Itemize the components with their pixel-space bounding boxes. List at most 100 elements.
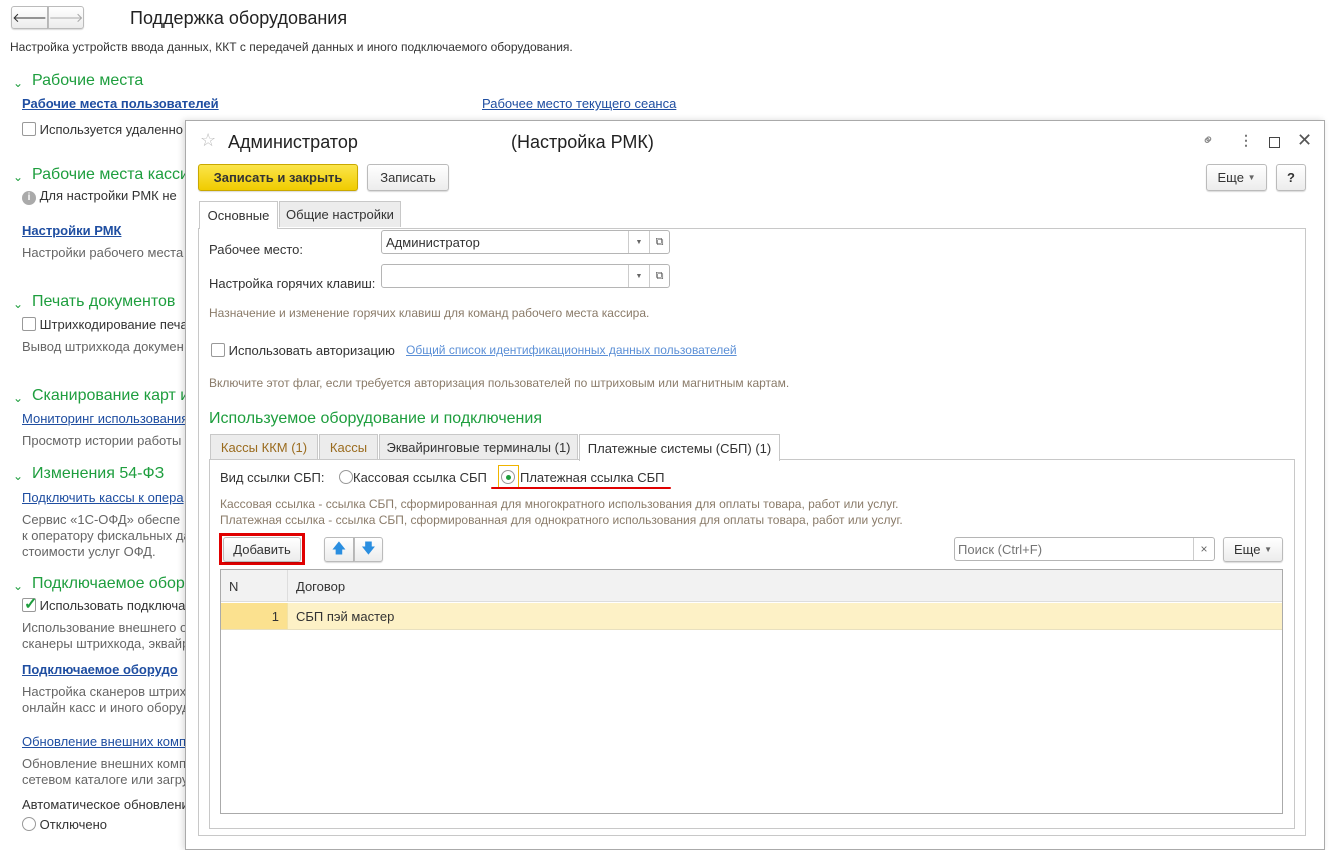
tab-sbp[interactable]: Платежные системы (СБП) (1) <box>579 434 780 461</box>
tab-main[interactable]: Основные <box>199 201 278 229</box>
page-subtitle: Настройка устройств ввода данных, ККТ с … <box>10 40 573 54</box>
table-row[interactable]: 1 СБП пэй мастер <box>221 603 1282 630</box>
red-underline-annotation <box>491 487 671 489</box>
caret-down-icon: ▼ <box>1264 545 1272 554</box>
checkbox-label: Используется удаленно <box>39 122 184 137</box>
ofd-desc: стоимости услуг ОФД. <box>22 544 156 559</box>
maximize-icon[interactable] <box>1269 137 1280 148</box>
checkbox[interactable] <box>211 343 225 357</box>
checkbox[interactable] <box>22 317 36 331</box>
workplace-value: Администратор <box>386 234 480 250</box>
chevron-down-icon[interactable]: ⌄ <box>13 391 23 405</box>
section-print[interactable]: Печать документов <box>32 293 175 311</box>
tab-acquiring[interactable]: Эквайринговые терминалы (1) <box>379 434 578 460</box>
open-icon[interactable]: ⧉ <box>649 265 669 287</box>
open-icon[interactable]: ⧉ <box>649 231 669 253</box>
cell-n: 1 <box>221 603 288 629</box>
ofd-desc: к оператору фискальных да <box>22 528 191 543</box>
link-icon[interactable]: ⚭ <box>1197 129 1219 151</box>
caret-down-icon: ▼ <box>1247 173 1256 182</box>
auto-update-label: Автоматическое обновлени <box>22 797 189 812</box>
help-button[interactable]: ? <box>1276 164 1306 191</box>
chevron-down-icon[interactable]: ⌄ <box>13 297 23 311</box>
close-icon[interactable]: ✕ <box>1297 130 1312 151</box>
update-desc: сетевом каталоге или загру <box>22 772 189 787</box>
column-header-n[interactable]: N <box>221 570 288 601</box>
rmk-desc: Настройки рабочего места <box>22 245 184 260</box>
equip-desc: Использование внешнего о <box>22 620 188 635</box>
section-54fz[interactable]: Изменения 54-ФЗ <box>32 465 164 483</box>
link-monitoring[interactable]: Мониторинг использования <box>22 411 188 426</box>
dialog-title: Администратор <box>228 132 358 152</box>
chevron-down-icon[interactable]: ⌄ <box>13 170 23 184</box>
nav-back-button[interactable]: 🡐 <box>11 6 48 29</box>
chevron-down-icon[interactable]: ⌄ <box>13 469 23 483</box>
info-text: Для настройки РМК не <box>39 188 177 203</box>
rmk-settings-dialog: ☆ Администратор (Настройка РМК) ⚭ ⋮ ✕ За… <box>185 120 1325 850</box>
dropdown-icon[interactable]: ▼ <box>628 265 649 287</box>
add-button[interactable]: Добавить <box>223 537 301 562</box>
radio-disabled-row[interactable]: Отключено <box>22 817 107 834</box>
hotkeys-label: Настройка горячих клавиш: <box>209 276 376 291</box>
tab-kkm[interactable]: Кассы ККМ (1) <box>210 434 318 460</box>
auth-checkbox-row[interactable]: Использовать авторизацию <box>211 343 395 360</box>
section-workplaces[interactable]: Рабочие места <box>32 72 143 90</box>
link-rmk-settings[interactable]: Настройки РМК <box>22 223 121 238</box>
remote-checkbox-row[interactable]: Используется удаленно <box>22 122 183 139</box>
sbp-hint-1: Кассовая ссылка - ссылка СБП, сформирова… <box>220 497 899 511</box>
use-equipment-checkbox-row[interactable]: ✓ Использовать подключа <box>22 596 185 615</box>
auth-list-link[interactable]: Общий список идентификационных данных по… <box>406 343 737 357</box>
column-header-contract[interactable]: Договор <box>288 570 1282 601</box>
tab-cash[interactable]: Кассы <box>319 434 378 460</box>
radio-cash-link[interactable] <box>339 470 353 484</box>
ofd-desc: Сервис «1С-ОФД» обеспе <box>22 512 181 527</box>
link-connected-equipment[interactable]: Подключаемое оборудо <box>22 662 178 677</box>
page-title: Поддержка оборудования <box>130 8 348 28</box>
equip-desc: сканеры штрихкода, эквайр <box>22 636 190 651</box>
tab-general-settings[interactable]: Общие настройки <box>279 201 401 227</box>
link-user-workplaces[interactable]: Рабочие места пользователей <box>22 96 219 111</box>
chevron-down-icon[interactable]: ⌄ <box>13 76 23 90</box>
radio-payment-link-label[interactable]: Платежная ссылка СБП <box>520 470 665 485</box>
save-and-close-button[interactable]: Записать и закрыть <box>198 164 358 191</box>
workplace-label: Рабочее место: <box>209 242 304 257</box>
section-connected-equipment[interactable]: Подключаемое обор <box>32 575 185 593</box>
radio-payment-link[interactable] <box>501 470 515 484</box>
hotkeys-field[interactable]: ▼ ⧉ <box>381 264 670 288</box>
equipment-section-title: Используемое оборудование и подключения <box>209 410 542 427</box>
save-button[interactable]: Записать <box>367 164 449 191</box>
cell-contract: СБП пэй мастер <box>296 609 395 624</box>
link-update-components[interactable]: Обновление внешних комп <box>22 734 186 749</box>
scan-desc: Просмотр истории работы с <box>22 433 192 448</box>
update-desc: Обновление внешних комп <box>22 756 187 771</box>
main-tab-panel: Рабочее место: Администратор ▼ ⧉ Настрой… <box>198 228 1306 836</box>
auth-label: Использовать авторизацию <box>228 343 395 358</box>
checkbox-checked[interactable]: ✓ <box>22 596 37 613</box>
more-label: Еще <box>1217 170 1244 185</box>
chevron-down-icon[interactable]: ⌄ <box>13 579 23 593</box>
sbp-hint-2: Платежная ссылка - ссылка СБП, сформиров… <box>220 513 903 527</box>
checkbox[interactable] <box>22 122 36 136</box>
section-card-scan[interactable]: Сканирование карт и <box>32 387 189 405</box>
link-current-session-workplace[interactable]: Рабочее место текущего сеанса <box>482 96 676 111</box>
link-connect-ofd[interactable]: Подключить кассы к опера <box>22 490 184 505</box>
nav-forward-button[interactable]: 🡒 <box>48 6 84 29</box>
dropdown-icon[interactable]: ▼ <box>628 231 649 253</box>
clear-search-button[interactable]: × <box>1193 538 1214 560</box>
sbp-tab-panel: Вид ссылки СБП: Кассовая ссылка СБП Плат… <box>209 459 1295 829</box>
auth-hint: Включите этот флаг, если требуется автор… <box>209 376 790 390</box>
workplace-field[interactable]: Администратор ▼ ⧉ <box>381 230 670 254</box>
radio-cash-link-label[interactable]: Кассовая ссылка СБП <box>353 470 487 485</box>
more-button[interactable]: Еще ▼ <box>1206 164 1267 191</box>
radio[interactable] <box>22 817 36 831</box>
star-icon[interactable]: ☆ <box>200 130 216 151</box>
section-cashier-workplaces[interactable]: Рабочие места касси <box>32 166 189 184</box>
search-input[interactable] <box>955 541 1193 557</box>
search-field[interactable]: × <box>954 537 1215 561</box>
move-down-button[interactable]: 🡇 <box>354 537 383 562</box>
info-row: i Для настройки РМК не <box>22 188 177 205</box>
table-more-button[interactable]: Еще ▼ <box>1223 537 1283 562</box>
more-vert-icon[interactable]: ⋮ <box>1239 132 1253 149</box>
move-up-button[interactable]: 🡅 <box>324 537 354 562</box>
barcode-checkbox-row[interactable]: Штрихкодирование печа <box>22 317 188 334</box>
